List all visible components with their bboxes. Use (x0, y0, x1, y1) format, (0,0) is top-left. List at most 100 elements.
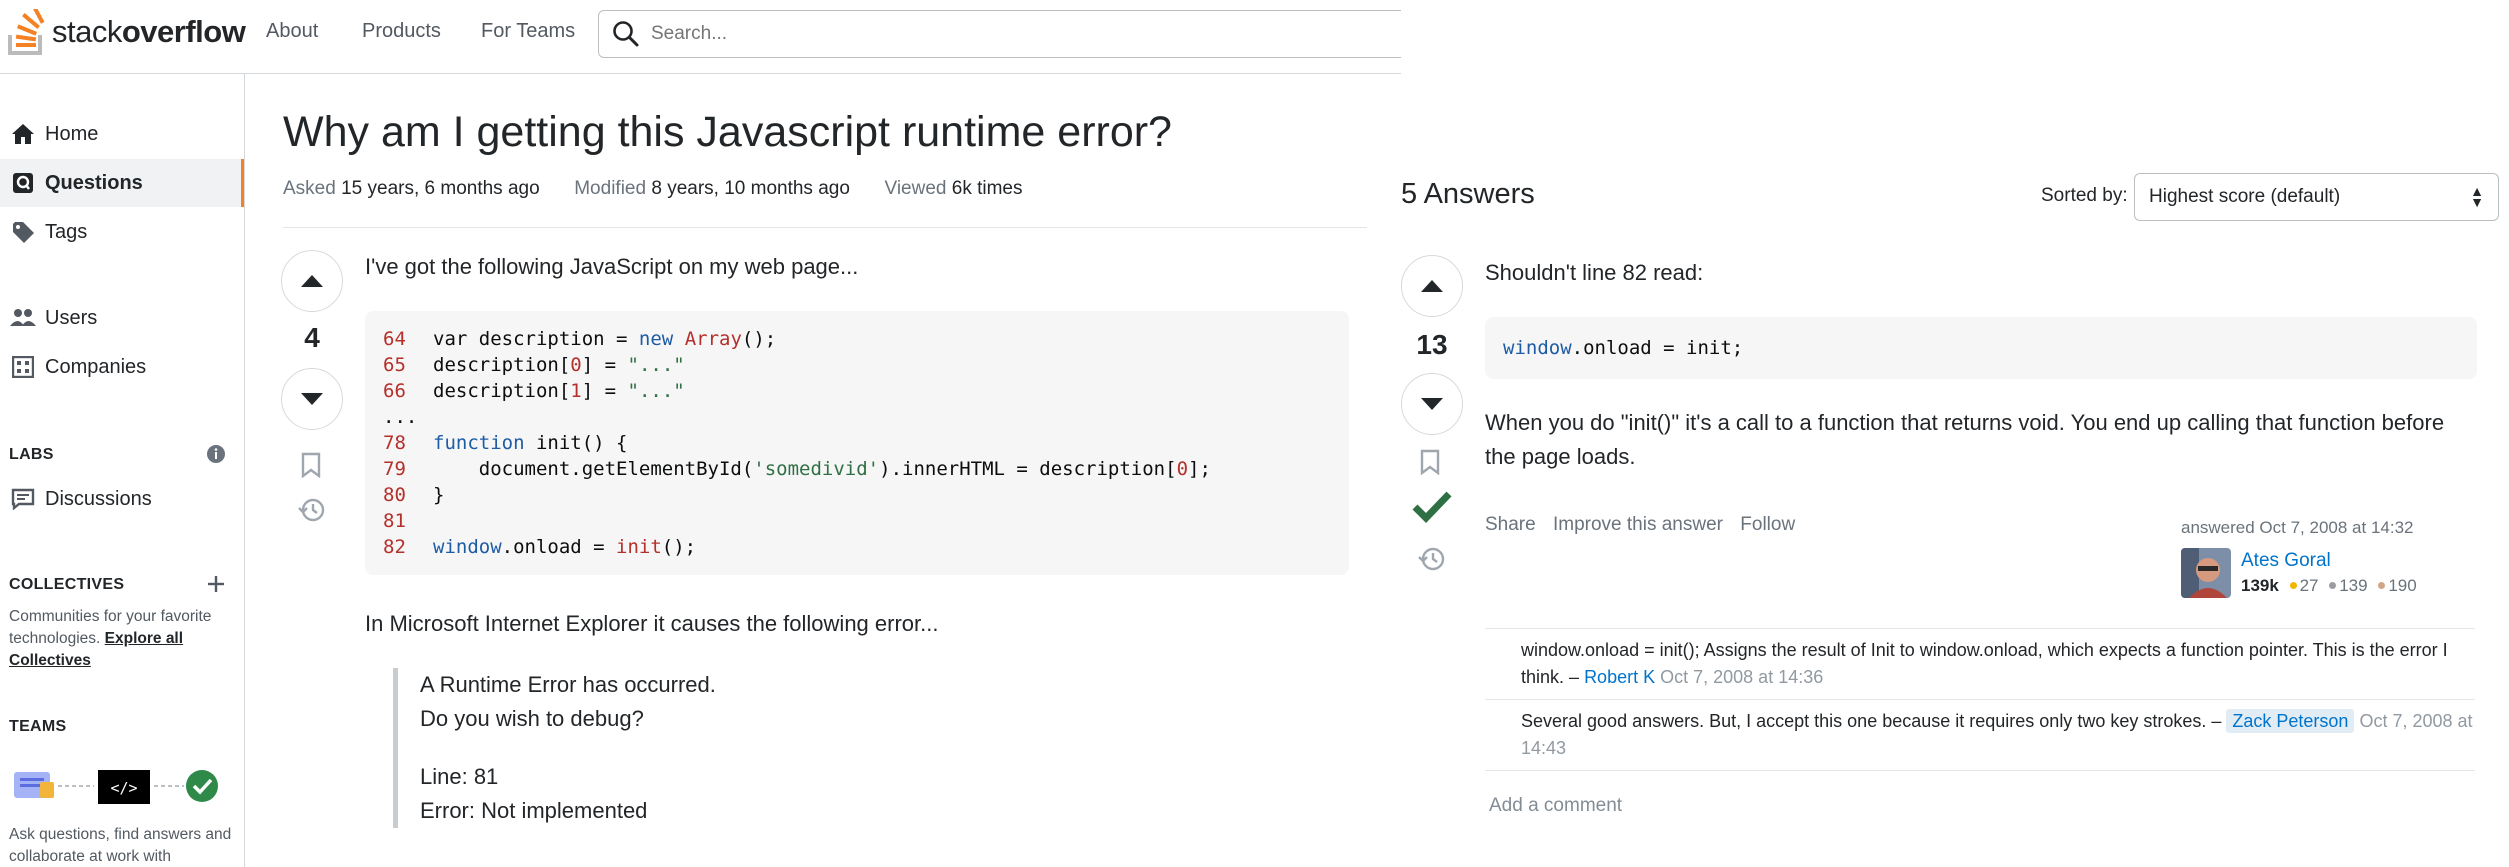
follow-link[interactable]: Follow (1740, 514, 1795, 535)
sidebar-item-label: Home (45, 122, 99, 145)
comment-list: window.onload = init(); Assigns the resu… (1485, 628, 2475, 771)
question-code-block: 64 var description = new Array(); 65 descr… (365, 311, 1349, 575)
quote-line: Error: Not implemented (420, 798, 648, 823)
comment-user[interactable]: Robert K (1584, 667, 1655, 687)
sort-select[interactable]: Highest score (default) ▲ ▼ (2134, 173, 2499, 221)
viewed-value: 6k times (951, 178, 1023, 199)
answered-timestamp[interactable]: answered Oct 7, 2008 at 14:32 (2181, 518, 2501, 538)
sidebar-item-discussions[interactable]: Discussions (0, 475, 244, 523)
question-title[interactable]: Why am I getting this Javascript runtime… (283, 108, 1172, 157)
answer-user-card: answered Oct 7, 2008 at 14:32 Ates Goral… (2181, 518, 2501, 598)
top-bar: stackoverflow About Products For Teams (0, 0, 1401, 74)
up-arrow-icon (301, 275, 323, 287)
downvote-button[interactable] (1401, 373, 1463, 435)
down-arrow-icon (1421, 398, 1443, 410)
add-icon[interactable] (206, 574, 226, 594)
avatar[interactable] (2181, 548, 2231, 598)
comment: Several good answers. But, I accept this… (1485, 699, 2475, 770)
nav-about[interactable]: About (266, 20, 318, 43)
bookmark-icon[interactable] (300, 452, 322, 478)
down-arrow-icon (301, 393, 323, 405)
comment-user[interactable]: Zack Peterson (2226, 709, 2355, 733)
post-actions: Share Improve this answer Follow (1485, 514, 1807, 536)
asked-value[interactable]: 15 years, 6 months ago (341, 178, 540, 199)
downvote-button[interactable] (281, 368, 343, 430)
answer-explanation: When you do "init()" it's a call to a fu… (1485, 410, 2445, 469)
answer-score: 13 (1416, 329, 1448, 360)
nav-for-teams[interactable]: For Teams (481, 20, 575, 43)
answer-code-block: window.onload = init; (1485, 317, 2477, 379)
comment-text: Several good answers. But, I accept this… (1521, 711, 2222, 731)
search-box[interactable] (598, 10, 1401, 58)
modified-value[interactable]: 8 years, 10 months ago (651, 178, 850, 199)
companies-icon (10, 354, 36, 380)
code-line: 66 description[1] = "..." (383, 380, 685, 402)
code-line: 81 (383, 510, 406, 532)
sidebar-item-label: Questions (45, 171, 143, 194)
question-pane: stackoverflow About Products For Teams H… (0, 0, 1401, 867)
quote-line: Line: 81 (420, 764, 499, 789)
collectives-heading: COLLECTIVES (9, 576, 125, 593)
accepted-checkmark-icon (1412, 491, 1452, 523)
site-logo[interactable]: stackoverflow (8, 8, 246, 56)
modified-label: Modified (574, 178, 647, 199)
collectives-description: Communities for your favorite technologi… (9, 608, 212, 669)
code-line: 82 window.onload = init(); (383, 536, 697, 558)
sidebar-item-users[interactable]: Users (0, 294, 244, 342)
teams-description: Ask questions, find answers and collabor… (9, 826, 232, 865)
svg-text:</>: </> (110, 779, 137, 797)
sidebar-item-companies[interactable]: Companies (0, 343, 244, 391)
sort-caret-icon: ▲ ▼ (2470, 183, 2484, 210)
error-quote: A Runtime Error has occurred. Do you wis… (393, 668, 993, 828)
question-intro: I've got the following JavaScript on my … (365, 254, 859, 279)
info-icon[interactable] (206, 444, 226, 464)
answers-pane: 5 Answers Sorted by: Highest score (defa… (1401, 0, 2509, 867)
upvote-button[interactable] (281, 250, 343, 312)
sidebar-item-label: Discussions (45, 487, 152, 510)
answer-vote-column: 13 (1401, 255, 1463, 573)
questions-icon (10, 170, 36, 196)
sorted-by-label: Sorted by: (2041, 185, 2128, 206)
asked-label: Asked (283, 178, 336, 199)
user-reputation: 139k 27 139 190 (2241, 576, 2417, 596)
code-line: 79 document.getElementById('somedivid').… (383, 458, 1211, 480)
users-icon (10, 305, 36, 331)
teams-heading: TEAMS (9, 718, 67, 735)
question-followup: In Microsoft Internet Explorer it causes… (365, 611, 939, 636)
history-icon[interactable] (298, 496, 326, 524)
sidebar-item-questions[interactable]: Questions (0, 159, 244, 207)
history-icon[interactable] (1418, 545, 1446, 573)
sidebar-item-home[interactable]: Home (0, 110, 244, 158)
bronze-badge-icon (2378, 582, 2386, 590)
improve-answer-link[interactable]: Improve this answer (1553, 514, 1723, 535)
gold-badge-icon (2289, 582, 2297, 590)
stack-logo-icon (8, 9, 45, 55)
search-input[interactable] (651, 23, 1251, 45)
up-arrow-icon (1421, 280, 1443, 292)
comment-date[interactable]: Oct 7, 2008 at 14:36 (1660, 667, 1823, 687)
bookmark-icon[interactable] (1419, 449, 1441, 475)
sidebar-item-label: Users (45, 306, 98, 329)
quote-line: A Runtime Error has occurred. (420, 672, 716, 697)
sidebar-item-label: Companies (45, 355, 147, 378)
home-icon (10, 121, 36, 147)
gold-badge-count: 27 (2299, 576, 2319, 595)
left-sidebar: Home Questions Tags Users Companies LABS… (0, 74, 245, 867)
code-line: window.onload = init; (1503, 337, 1744, 359)
divider (283, 227, 1367, 228)
sidebar-item-tags[interactable]: Tags (0, 208, 244, 256)
code-line: ... (383, 406, 418, 428)
upvote-button[interactable] (1401, 255, 1463, 317)
question-vote-column: 4 (281, 250, 343, 524)
code-line: 78 function init() { (383, 432, 628, 454)
search-icon (613, 21, 639, 47)
sidebar-item-label: Tags (45, 220, 88, 243)
add-comment-link[interactable]: Add a comment (1489, 795, 1622, 817)
teams-illustration: </> (14, 770, 218, 804)
quote-line: Do you wish to debug? (420, 706, 644, 731)
nav-products[interactable]: Products (362, 20, 441, 43)
user-name[interactable]: Ates Goral (2241, 550, 2331, 572)
bronze-badge-count: 190 (2388, 576, 2417, 595)
code-line: 80} (383, 484, 445, 506)
share-link[interactable]: Share (1485, 514, 1536, 535)
